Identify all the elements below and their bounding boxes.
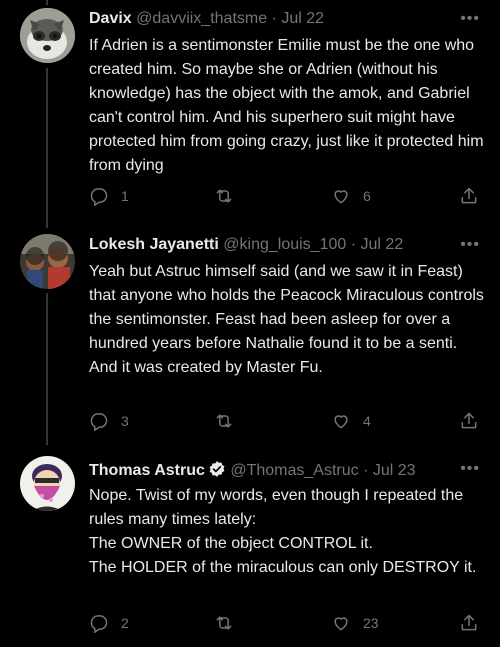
author-handle[interactable]: @davviix_thatsme xyxy=(136,10,267,27)
reply-button[interactable]: 2 xyxy=(89,613,129,633)
tweet-header: Lokesh Jayanetti @king_louis_100 · Jul 2… xyxy=(89,236,460,254)
tweet-lokesh[interactable]: Lokesh Jayanetti @king_louis_100 · Jul 2… xyxy=(0,222,500,444)
cartoon-avatar-icon xyxy=(20,456,75,511)
reply-count: 3 xyxy=(121,413,129,429)
tweet-date[interactable]: Jul 23 xyxy=(373,462,416,479)
reply-icon xyxy=(90,188,108,206)
tweet-date[interactable]: Jul 22 xyxy=(281,10,324,27)
reply-button[interactable]: 1 xyxy=(89,186,129,206)
author-handle[interactable]: @Thomas_Astruc xyxy=(230,462,358,479)
separator-dot: · xyxy=(363,462,369,479)
reply-count: 1 xyxy=(121,188,129,204)
like-button[interactable]: 4 xyxy=(331,411,371,431)
more-options-icon[interactable]: ••• xyxy=(460,10,480,28)
share-icon xyxy=(461,614,477,631)
avatar[interactable] xyxy=(20,8,75,63)
retweet-button[interactable] xyxy=(214,411,246,431)
share-button[interactable] xyxy=(459,613,479,633)
verified-badge-icon xyxy=(209,461,225,477)
share-button[interactable] xyxy=(459,411,479,431)
like-count: 6 xyxy=(363,188,371,204)
retweet-icon xyxy=(216,414,232,428)
raccoon-avatar-icon xyxy=(20,8,75,63)
tweet-actions: 1 6 xyxy=(89,186,489,210)
retweet-button[interactable] xyxy=(214,613,246,633)
like-button[interactable]: 6 xyxy=(331,186,371,206)
share-icon xyxy=(461,187,477,204)
retweet-icon xyxy=(216,189,232,203)
like-button[interactable]: 23 xyxy=(331,613,379,633)
tweet-header: Thomas Astruc @Thomas_Astruc · Jul 23 xyxy=(89,460,460,480)
reply-icon xyxy=(90,413,108,431)
people-photo-avatar-icon xyxy=(20,234,75,289)
author-name[interactable]: Lokesh Jayanetti xyxy=(89,236,219,253)
tweet-text: If Adrien is a sentimonster Emilie must … xyxy=(89,37,484,174)
separator-dot: · xyxy=(271,10,277,27)
tweet-date[interactable]: Jul 22 xyxy=(361,236,404,253)
tweet-text: Yeah but Astruc himself said (and we saw… xyxy=(89,263,484,376)
more-options-icon[interactable]: ••• xyxy=(460,236,480,254)
tweet-text: Nope. Twist of my words, even though I r… xyxy=(89,487,477,576)
retweet-icon xyxy=(216,616,232,630)
avatar[interactable] xyxy=(20,234,75,289)
share-icon xyxy=(461,412,477,429)
tweet-header: Davix @davviix_thatsme · Jul 22 xyxy=(89,10,460,28)
author-name[interactable]: Thomas Astruc xyxy=(89,462,205,479)
separator-dot: · xyxy=(350,236,357,253)
more-options-icon[interactable]: ••• xyxy=(460,460,480,478)
tweet-davix[interactable]: Davix @davviix_thatsme · Jul 22 ••• If A… xyxy=(0,0,500,222)
retweet-button[interactable] xyxy=(214,186,246,206)
reply-icon xyxy=(90,615,108,633)
like-count: 23 xyxy=(363,615,379,631)
reply-button[interactable]: 3 xyxy=(89,411,129,431)
heart-icon xyxy=(334,190,348,204)
author-handle[interactable]: @king_louis_100 xyxy=(223,236,346,253)
share-button[interactable] xyxy=(459,186,479,206)
tweet-thomas-astruc[interactable]: Thomas Astruc @Thomas_Astruc · Jul 23 ••… xyxy=(0,444,500,647)
tweet-actions: 3 4 xyxy=(89,411,489,435)
heart-icon xyxy=(334,415,348,429)
reply-count: 2 xyxy=(121,615,129,631)
author-name[interactable]: Davix xyxy=(89,10,132,27)
tweet-actions: 2 23 xyxy=(89,613,489,637)
like-count: 4 xyxy=(363,413,371,429)
heart-icon xyxy=(334,617,348,631)
avatar[interactable] xyxy=(20,456,75,511)
